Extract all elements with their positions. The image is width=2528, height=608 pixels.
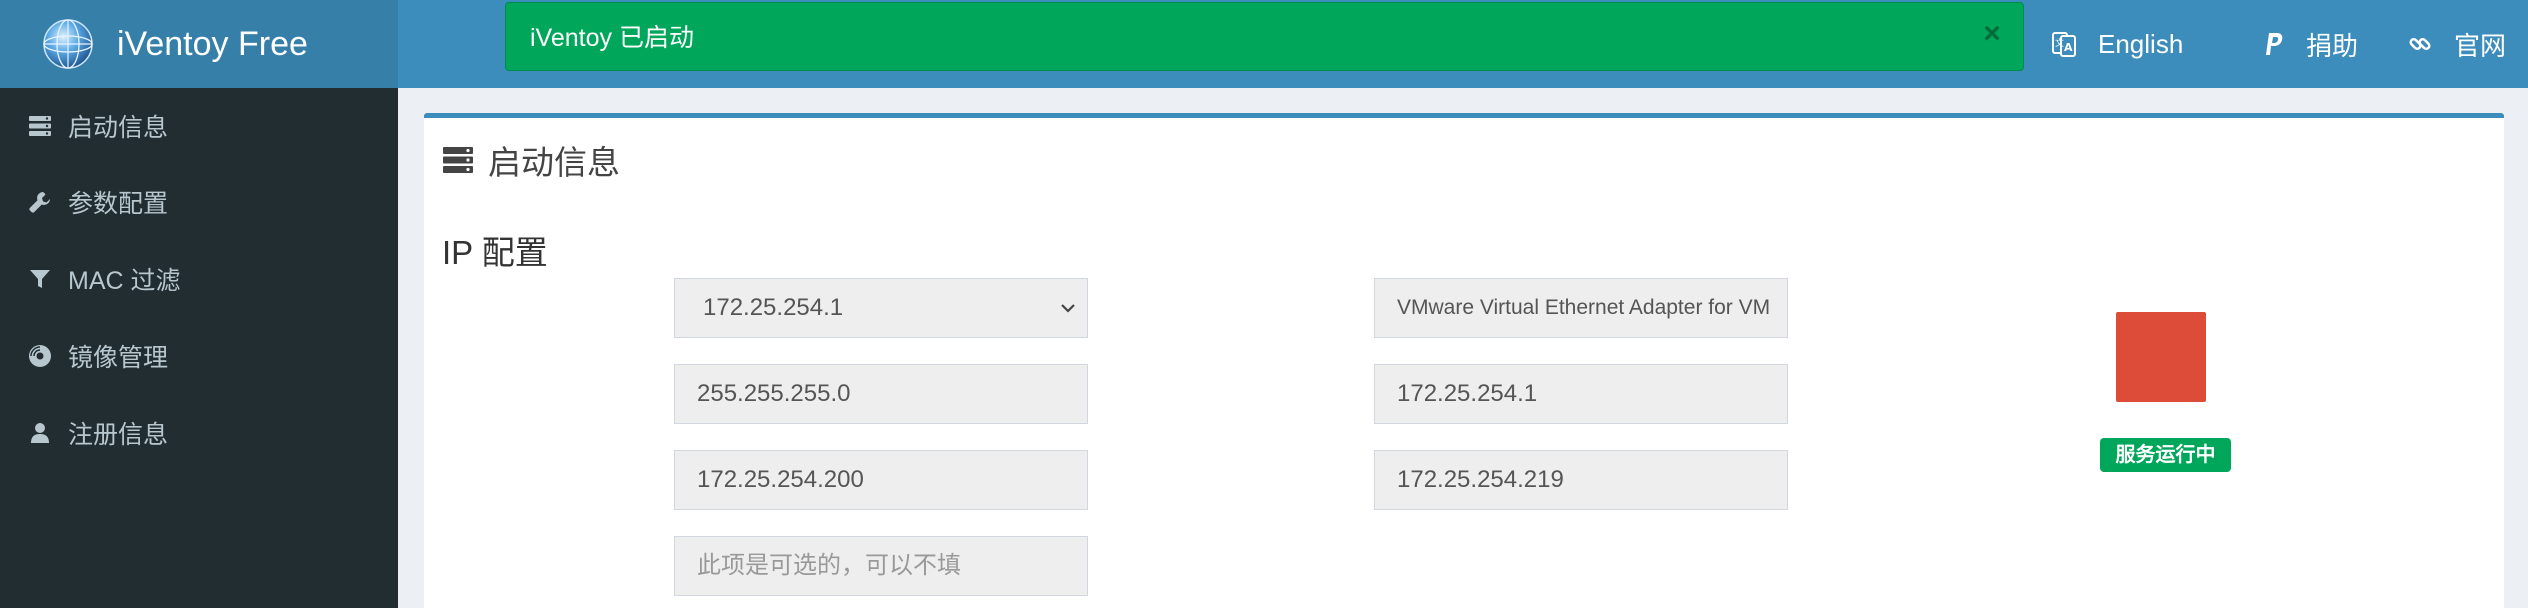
official-label: 官网 (2454, 30, 2507, 61)
chevron-down-icon (1061, 304, 1075, 313)
local-ip-value: 172.25.254.1 (703, 294, 844, 321)
subnet-mask-field[interactable] (674, 364, 1088, 424)
app-root: iVentoy Free iVentoy 已启动 × A 文 English 捐… (0, 0, 2528, 608)
notification-alert: iVentoy 已启动 × (505, 2, 2024, 71)
server-icon (26, 112, 54, 140)
boot-info-panel: 启动信息 IP 配置 选择本机 IP 172.25.254.1 网卡名称 子网掩… (424, 113, 2504, 608)
sidebar-item-label: 参数配置 (68, 190, 169, 218)
donate-link[interactable]: 捐助 (2262, 22, 2358, 66)
sidebar-item-registration[interactable]: 注册信息 (0, 395, 398, 471)
nic-name-field[interactable] (1374, 278, 1788, 338)
service-toggle-button[interactable] (2116, 312, 2206, 402)
sidebar-item-label: 镜像管理 (68, 344, 169, 372)
official-site-link[interactable]: 官网 (2408, 22, 2506, 66)
sidebar-item-label: MAC 过滤 (68, 267, 181, 295)
language-switch-button[interactable]: A 文 English (2052, 22, 2183, 66)
svg-text:文: 文 (2055, 37, 2064, 49)
sidebar-item-mac-filter[interactable]: MAC 过滤 (0, 241, 398, 317)
panel-header: 启动信息 (442, 136, 620, 184)
disc-icon (26, 342, 54, 370)
filter-icon (26, 265, 54, 293)
close-icon[interactable]: × (1977, 17, 2007, 51)
notification-message: iVentoy 已启动 (530, 24, 694, 52)
user-icon (26, 419, 54, 447)
local-ip-select[interactable]: 172.25.254.1 (674, 278, 1088, 338)
link-icon (2409, 37, 2431, 51)
language-label: English (2098, 28, 2184, 59)
wrench-icon (26, 188, 54, 216)
sidebar-item-label: 注册信息 (68, 421, 169, 449)
sidebar-item-image-mgmt[interactable]: 镜像管理 (0, 318, 398, 394)
sidebar-item-label: 启动信息 (68, 114, 169, 142)
language-icon: A 文 (2052, 32, 2076, 57)
sidebar: 启动信息 参数配置 MAC 过滤 镜像管理 注册信息 (0, 88, 398, 608)
brand-title: iVentoy Free (117, 25, 308, 63)
donate-label: 捐助 (2306, 30, 2359, 61)
ip-config-heading: IP 配置 (442, 234, 548, 271)
paypal-icon (2266, 33, 2283, 55)
sidebar-item-boot-info[interactable]: 启动信息 (0, 88, 398, 164)
start-ip-field[interactable] (674, 450, 1088, 510)
server-icon (443, 147, 473, 173)
page-title: 启动信息 (488, 144, 620, 181)
sidebar-item-params[interactable]: 参数配置 (0, 164, 398, 240)
globe-logo-icon (43, 19, 93, 69)
end-ip-field[interactable] (1374, 450, 1788, 510)
gateway-field[interactable] (1374, 364, 1788, 424)
brand[interactable]: iVentoy Free (0, 0, 398, 88)
status-badge: 服务运行中 (2100, 438, 2231, 472)
dns-field[interactable] (674, 536, 1088, 596)
svg-text:A: A (2064, 41, 2073, 54)
